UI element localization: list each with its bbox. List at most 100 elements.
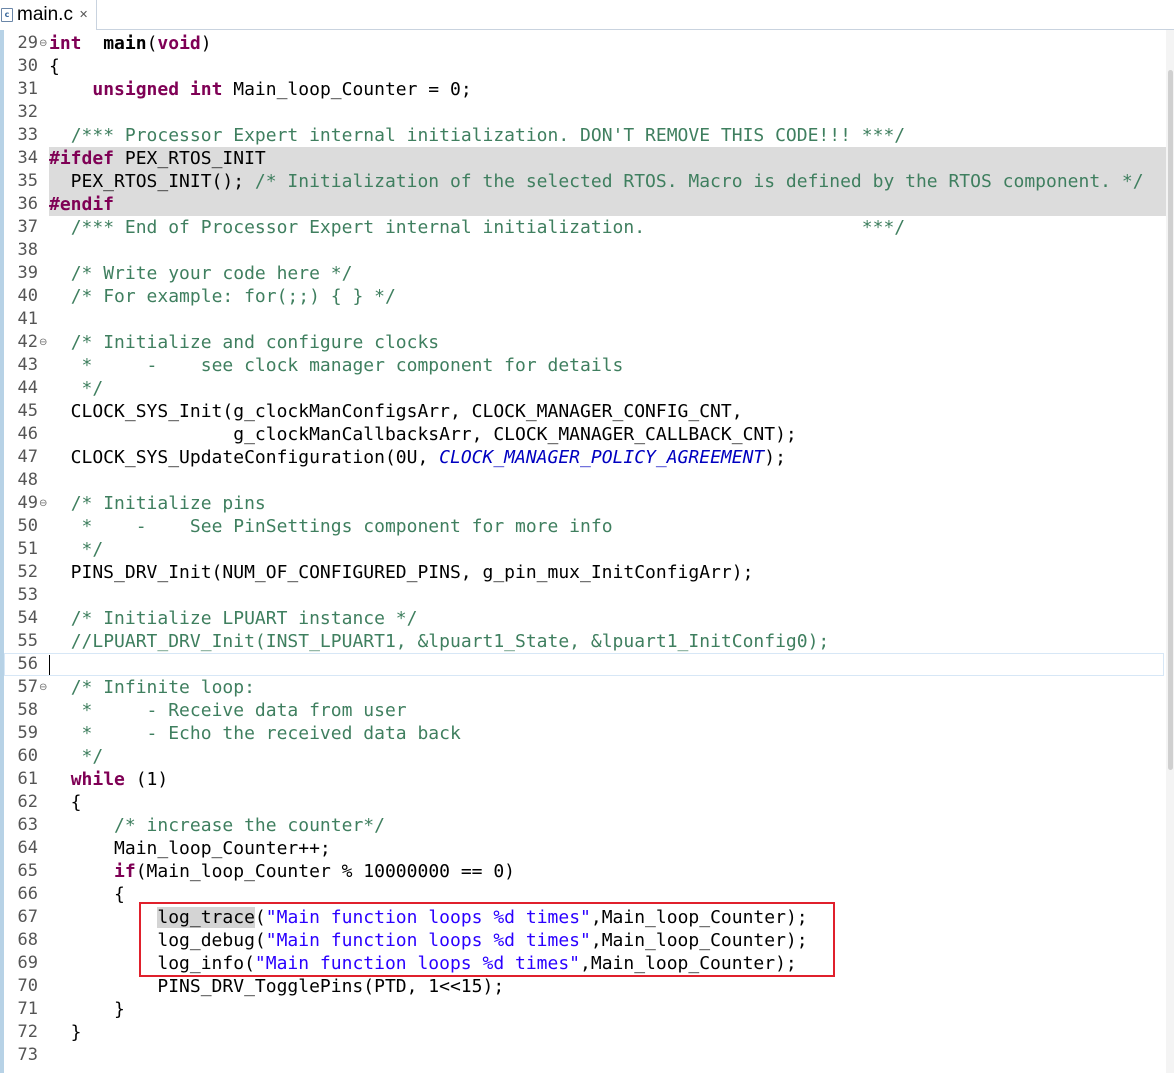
line-number: 37: [17, 217, 38, 237]
fold-toggle-icon[interactable]: ⊖: [39, 492, 47, 515]
code-token: /* Initialize LPUART instance */: [70, 608, 418, 629]
code-line[interactable]: 38: [4, 239, 1164, 262]
line-number: 49: [17, 493, 38, 513]
code-line[interactable]: 64 Main_loop_Counter++;: [4, 837, 1164, 860]
code-line[interactable]: 50 * - See PinSettings component for mor…: [4, 515, 1164, 538]
code-text: //LPUART_DRV_Init(INST_LPUART1, &lpuart1…: [49, 630, 830, 653]
code-line[interactable]: 31 unsigned int Main_loop_Counter = 0;: [4, 78, 1164, 101]
code-line[interactable]: 48: [4, 469, 1164, 492]
code-line[interactable]: 59 * - Echo the received data back: [4, 722, 1164, 745]
code-text: {: [49, 883, 125, 906]
code-line[interactable]: 65 if(Main_loop_Counter % 10000000 == 0): [4, 860, 1164, 883]
code-line[interactable]: 47 CLOCK_SYS_UpdateConfiguration(0U, CLO…: [4, 446, 1164, 469]
code-text: if(Main_loop_Counter % 10000000 == 0): [49, 860, 515, 883]
code-text: PINS_DRV_TogglePins(PTD, 1<<15);: [49, 975, 504, 998]
line-number: 55: [17, 631, 38, 651]
code-text: /* Infinite loop:: [49, 676, 255, 699]
code-text: /* Initialize pins: [49, 492, 266, 515]
code-line[interactable]: 49 ⊖ /* Initialize pins: [4, 492, 1164, 515]
code-line[interactable]: 32: [4, 101, 1164, 124]
code-line[interactable]: 36 #endif: [4, 193, 1174, 216]
fold-toggle-icon[interactable]: ⊖: [39, 32, 47, 55]
code-line[interactable]: 62 {: [4, 791, 1164, 814]
code-text: }: [49, 998, 125, 1021]
code-text: * - Echo the received data back: [49, 722, 461, 745]
code-line[interactable]: 52 PINS_DRV_Init(NUM_OF_CONFIGURED_PINS,…: [4, 561, 1164, 584]
code-text: {: [49, 791, 82, 814]
tab-label: main.c: [17, 3, 73, 25]
code-line[interactable]: 54 /* Initialize LPUART instance */: [4, 607, 1164, 630]
code-line[interactable]: 73: [4, 1044, 1164, 1067]
code-line[interactable]: 29 ⊖ int main(void): [4, 32, 1164, 55]
code-text: int main(void): [49, 32, 212, 55]
close-icon[interactable]: ✕: [79, 8, 88, 21]
code-token: unsigned int: [92, 79, 223, 100]
code-line[interactable]: 45 CLOCK_SYS_Init(g_clockManConfigsArr, …: [4, 400, 1164, 423]
code-text: /* increase the counter*/: [49, 814, 385, 837]
code-token: (1): [124, 769, 169, 790]
code-text: #endif: [49, 193, 114, 216]
vertical-scrollbar[interactable]: [1166, 30, 1174, 1073]
code-token: /*** End of Processor Expert internal in…: [70, 217, 906, 238]
code-token: CLOCK_SYS_Init(g_clockManConfigsArr, CLO…: [49, 401, 743, 422]
code-line[interactable]: 56: [4, 653, 1164, 676]
line-number: 51: [17, 539, 38, 559]
code-text: * - Receive data from user: [49, 699, 407, 722]
code-text: /*** Processor Expert internal initializ…: [49, 124, 905, 147]
code-line[interactable]: 72 }: [4, 1021, 1164, 1044]
tab-main-c[interactable]: c main.c ✕: [0, 0, 97, 30]
code-line[interactable]: 70 PINS_DRV_TogglePins(PTD, 1<<15);: [4, 975, 1164, 998]
code-token: void: [157, 33, 201, 54]
code-line[interactable]: 53: [4, 584, 1164, 607]
code-line[interactable]: 40 /* For example: for(;;) { } */: [4, 285, 1164, 308]
fold-toggle-icon[interactable]: ⊖: [39, 676, 47, 699]
code-line[interactable]: 33 /*** Processor Expert internal initia…: [4, 124, 1164, 147]
code-line[interactable]: 58 * - Receive data from user: [4, 699, 1164, 722]
line-number: 45: [17, 401, 38, 421]
code-line[interactable]: 63 /* increase the counter*/: [4, 814, 1164, 837]
inactive-code-highlight: [49, 193, 1174, 216]
code-line[interactable]: 30 {: [4, 55, 1164, 78]
code-token: * - see clock manager component for deta…: [70, 355, 624, 376]
line-number: 32: [17, 102, 38, 122]
code-token: Main_loop_Counter = 0;: [222, 79, 472, 100]
code-token: PINS_DRV_TogglePins(PTD, 1<<15);: [49, 976, 505, 997]
code-line[interactable]: 57 ⊖ /* Infinite loop:: [4, 676, 1164, 699]
code-token: }: [49, 999, 125, 1020]
code-line[interactable]: 51 */: [4, 538, 1164, 561]
code-line[interactable]: 44 */: [4, 377, 1164, 400]
code-line[interactable]: 37 /*** End of Processor Expert internal…: [4, 216, 1164, 239]
code-line[interactable]: 42 ⊖ /* Initialize and configure clocks: [4, 331, 1164, 354]
code-line[interactable]: 39 /* Write your code here */: [4, 262, 1164, 285]
code-line[interactable]: 60 */: [4, 745, 1164, 768]
line-number: 44: [17, 378, 38, 398]
code-token: if: [114, 861, 136, 882]
code-line[interactable]: 41: [4, 308, 1164, 331]
code-line[interactable]: 35 PEX_RTOS_INIT(); /* Initialization of…: [4, 170, 1174, 193]
code-text: * - See PinSettings component for more i…: [49, 515, 613, 538]
code-text: #ifdef PEX_RTOS_INIT: [49, 147, 266, 170]
code-line[interactable]: 43 * - see clock manager component for d…: [4, 354, 1164, 377]
code-line[interactable]: 61 while (1): [4, 768, 1164, 791]
code-text: g_clockManCallbacksArr, CLOCK_MANAGER_CA…: [49, 423, 797, 446]
tab-divider: [96, 29, 1174, 30]
code-line[interactable]: 55 //LPUART_DRV_Init(INST_LPUART1, &lpua…: [4, 630, 1164, 653]
scrollbar-thumb[interactable]: [1168, 70, 1173, 770]
line-number: 64: [17, 838, 38, 858]
code-line[interactable]: 71 }: [4, 998, 1164, 1021]
line-number: 60: [17, 746, 38, 766]
code-line[interactable]: 46 g_clockManCallbacksArr, CLOCK_MANAGER…: [4, 423, 1164, 446]
line-number: 57: [17, 677, 38, 697]
code-line[interactable]: 34 #ifdef PEX_RTOS_INIT: [4, 147, 1174, 170]
fold-toggle-icon[interactable]: ⊖: [39, 331, 47, 354]
code-token: /* Initialize pins: [70, 493, 266, 514]
line-number: 39: [17, 263, 38, 283]
code-token: PINS_DRV_Init(NUM_OF_CONFIGURED_PINS, g_…: [49, 562, 754, 583]
line-number: 43: [17, 355, 38, 375]
code-text: */: [49, 538, 104, 561]
